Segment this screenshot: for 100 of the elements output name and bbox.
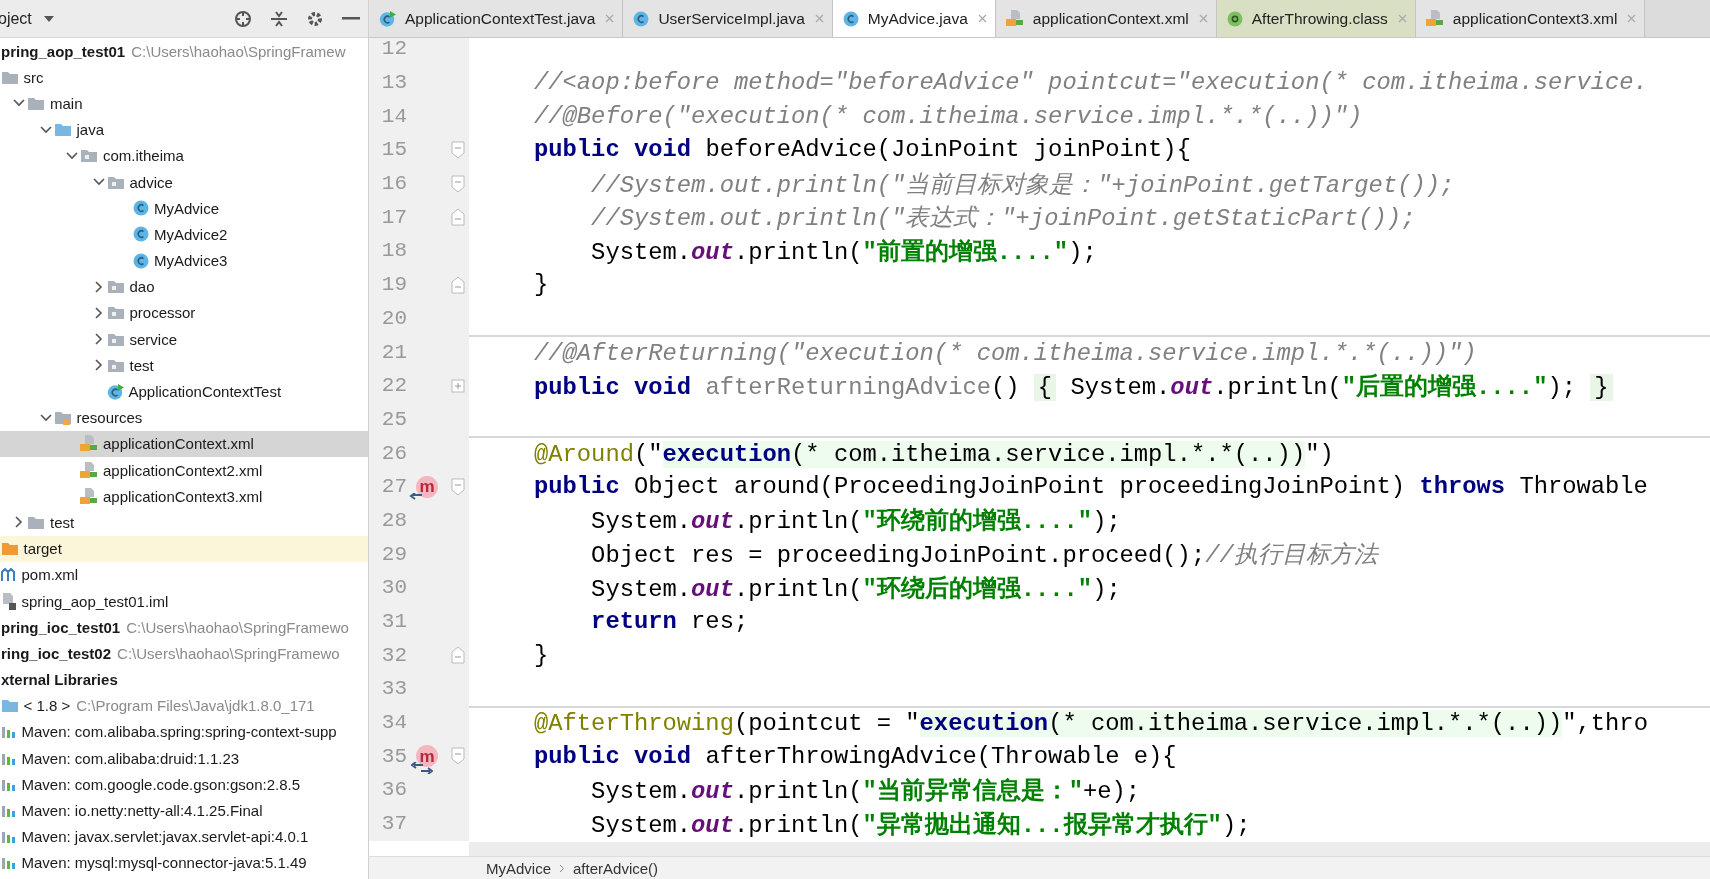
item-label: MyAdvice2	[154, 225, 228, 243]
settings-icon[interactable]	[306, 9, 324, 28]
item-label: < 1.8 >	[23, 697, 71, 715]
line-number: 35	[380, 744, 407, 768]
chevron-down-icon[interactable]	[39, 413, 52, 422]
tree-item[interactable]: MyAdvice2	[0, 221, 368, 248]
tree-item[interactable]: Maven: com.google.code.gson:gson:2.8.5	[0, 771, 368, 798]
tree-item[interactable]: resources	[0, 404, 368, 431]
arrow-icon	[409, 492, 423, 503]
folder-icon	[53, 122, 72, 138]
tree-item[interactable]: processor	[0, 299, 368, 327]
editor-tab[interactable]: MyAdvice.java	[832, 0, 996, 37]
tree-item[interactable]: pom.xml	[0, 561, 368, 588]
tree-item[interactable]: Maven: mysql:mysql-connector-java:5.1.49	[0, 849, 368, 876]
line-number: 37	[380, 812, 407, 836]
tree-item[interactable]: service	[0, 326, 368, 353]
tree-item[interactable]: Maven: com.alibaba:druid:1.1.23	[0, 745, 368, 772]
tree-item[interactable]: spring_aop_test01.iml	[0, 587, 368, 615]
chevron-down-icon[interactable]	[92, 178, 105, 187]
tree-item[interactable]: java	[0, 116, 368, 143]
line-number: 15	[380, 138, 407, 162]
tree-item[interactable]: test	[0, 509, 368, 536]
code-line: public void afterThrowingAdvice(Throwable e){	[534, 742, 1177, 770]
code-line: //System.out.println("当前目标对象是："+joinPoint.getTarget());	[590, 170, 1455, 200]
line-number: 32	[380, 643, 407, 667]
chevron-down-icon[interactable]	[13, 99, 25, 108]
class-icon	[133, 200, 149, 217]
locate-icon[interactable]	[234, 9, 252, 28]
code-line: public void afterReturningAdvice() { System.out.println("后置的增强...."); }	[534, 369, 1613, 402]
line-number: 21	[380, 340, 407, 364]
item-label: target	[23, 540, 62, 558]
tree-item[interactable]: target	[0, 535, 368, 562]
folder-icon	[0, 69, 19, 85]
chevron-right-icon[interactable]	[15, 516, 23, 529]
collapse-all-icon[interactable]	[270, 9, 288, 28]
item-label: ring_ioc_test02	[1, 644, 112, 662]
item-label: java	[76, 121, 105, 139]
tree-item[interactable]: Maven: io.netty:netty-all:4.1.25.Final	[0, 797, 368, 824]
editor-tab[interactable]: ApplicationContextTest.java	[369, 0, 624, 37]
tree-item[interactable]: < 1.8 > C:\Program Files\Java\jdk1.8.0_171	[0, 692, 368, 719]
tree-item[interactable]: applicationContext3.xml	[0, 483, 368, 510]
tree-item[interactable]: xternal Libraries	[0, 666, 368, 693]
folder-icon	[106, 279, 125, 295]
code-line: System.out.println("环绕前的增强....");	[590, 506, 1121, 537]
tree-item[interactable]: dao	[0, 273, 368, 300]
tree-item[interactable]: MyAdvice	[0, 195, 368, 222]
tree-item[interactable]: applicationContext.xml	[0, 430, 368, 457]
folder-icon	[106, 331, 125, 347]
item-label: service	[129, 330, 177, 348]
editor-tab[interactable]: AfterThrowing.class	[1216, 0, 1416, 37]
tree-item[interactable]: Maven: com.alibaba.spring:spring-context-supp	[0, 718, 368, 746]
method-marker[interactable]: m	[416, 475, 438, 498]
line-number: 28	[380, 508, 407, 532]
tree-item[interactable]: com.itheima	[0, 142, 368, 169]
item-path: C:\Users\haohao\SpringFramewo	[117, 644, 340, 662]
item-label: advice	[129, 173, 173, 191]
chevron-right-icon[interactable]	[94, 359, 103, 372]
line-number: 17	[380, 205, 407, 229]
horizontal-scrollbar[interactable]	[469, 842, 1710, 856]
chevron-down-icon[interactable]	[39, 125, 52, 134]
tree-item[interactable]: applicationContext2.xml	[0, 457, 368, 484]
test-class-icon	[106, 383, 124, 400]
breadcrumb[interactable]: afterAdvice()	[573, 859, 659, 877]
item-label: MyAdvice3	[154, 252, 228, 270]
tree-item[interactable]: pring_aop_test01 C:\Users\haohao\SpringFramew	[0, 38, 368, 65]
item-label: Maven: mysql:mysql-connector-java:5.1.49	[21, 854, 307, 872]
tree-item[interactable]: MyAdvice3	[0, 247, 368, 274]
tree-item[interactable]: src	[0, 64, 368, 91]
chevron-right-icon[interactable]	[94, 333, 103, 346]
editor-tab[interactable]: UserServiceImpl.java	[623, 0, 833, 37]
editor-tab[interactable]: applicationContext.xml	[995, 0, 1217, 37]
xml-file-icon	[1425, 10, 1444, 27]
item-label: test	[129, 356, 154, 374]
dropdown-caret-icon[interactable]	[43, 15, 54, 22]
folder-icon	[106, 174, 125, 190]
item-label: MyAdvice	[154, 199, 220, 217]
line-number: 30	[380, 576, 407, 600]
tree-item[interactable]: pring_ioc_test01 C:\Users\haohao\SpringFramewo	[0, 614, 368, 641]
chevron-right-icon[interactable]	[94, 306, 103, 319]
item-label: pring_ioc_test01	[1, 618, 121, 636]
code-line: //System.out.println("表达式："+joinPoint.getStaticPart());	[590, 204, 1416, 234]
tree-item[interactable]: advice	[0, 168, 368, 196]
item-label: test	[50, 513, 75, 531]
chevron-down-icon[interactable]	[66, 151, 78, 160]
editor-tab[interactable]: applicationContext3.xml	[1415, 0, 1646, 37]
item-label: spring_aop_test01.iml	[21, 592, 169, 610]
chevron-right-icon[interactable]	[94, 280, 103, 293]
tree-item[interactable]: test	[0, 352, 368, 379]
method-marker[interactable]: m	[416, 745, 438, 768]
breadcrumb[interactable]: MyAdvice	[486, 859, 552, 877]
folder-icon	[53, 410, 72, 426]
code-line: }	[534, 271, 549, 299]
tree-item[interactable]: main	[0, 90, 368, 117]
annotation-icon	[1226, 10, 1243, 27]
minimize-icon[interactable]	[342, 16, 360, 21]
item-label: Maven: com.alibaba:druid:1.1.23	[21, 749, 240, 767]
tree-item[interactable]: ApplicationContextTest	[0, 378, 368, 405]
tree-item[interactable]: ring_ioc_test02 C:\Users\haohao\SpringFramewo	[0, 640, 368, 667]
line-number: 27	[380, 475, 407, 499]
tree-item[interactable]: Maven: javax.servlet:javax.servlet-api:4.0.1	[0, 823, 368, 850]
